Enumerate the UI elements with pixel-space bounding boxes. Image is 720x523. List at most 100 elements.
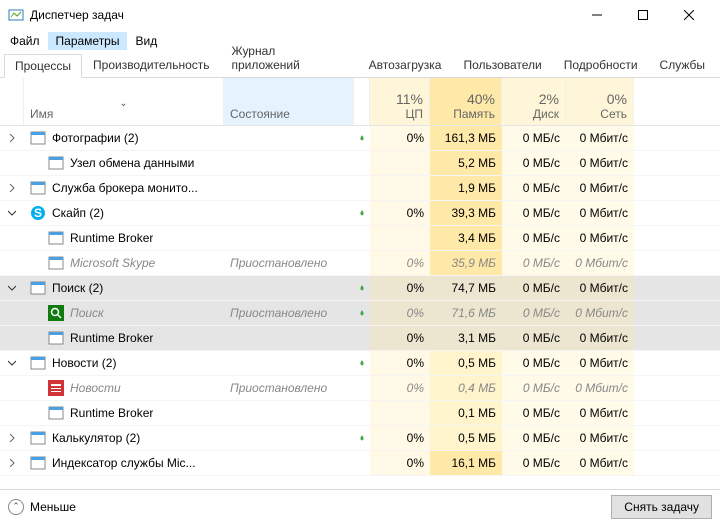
- leaf-icon: [354, 201, 370, 225]
- process-state: [224, 451, 354, 475]
- table-row[interactable]: Microsoft SkypeПриостановлено0%35,9 МБ0 …: [0, 251, 720, 276]
- tab-services[interactable]: Службы: [649, 53, 716, 77]
- expander[interactable]: [0, 351, 24, 375]
- memory-value: 16,1 МБ: [430, 451, 502, 475]
- header-state[interactable]: Состояние: [224, 78, 354, 125]
- header-network[interactable]: 0%Сеть: [566, 78, 634, 125]
- cpu-value: 0%: [370, 251, 430, 275]
- disk-value: 0 МБ/с: [502, 301, 566, 325]
- leaf-icon: [354, 126, 370, 150]
- process-icon: S: [30, 205, 46, 221]
- process-state: Приостановлено: [224, 251, 354, 275]
- table-row[interactable]: Поиск (2)0%74,7 МБ0 МБ/с0 Мбит/с: [0, 276, 720, 301]
- leaf-icon: [354, 326, 370, 350]
- tab-details[interactable]: Подробности: [553, 53, 649, 77]
- cpu-value: 0%: [370, 376, 430, 400]
- expander[interactable]: [0, 176, 24, 200]
- process-name-cell: Индексатор службы Mic...: [24, 451, 224, 475]
- expander[interactable]: [0, 451, 24, 475]
- process-name: Runtime Broker: [70, 331, 153, 345]
- network-value: 0 Мбит/с: [566, 151, 634, 175]
- disk-value: 0 МБ/с: [502, 376, 566, 400]
- process-name-cell: S Скайп (2): [24, 201, 224, 225]
- process-icon: [48, 155, 64, 171]
- process-state: [224, 226, 354, 250]
- expander[interactable]: [0, 426, 24, 450]
- process-icon: [48, 380, 64, 396]
- expander[interactable]: [0, 376, 24, 400]
- menu-options[interactable]: Параметры: [48, 32, 128, 50]
- minimize-button[interactable]: [574, 0, 620, 30]
- process-name: Поиск: [70, 306, 104, 320]
- disk-value: 0 МБ/с: [502, 151, 566, 175]
- expander[interactable]: [0, 226, 24, 250]
- table-row[interactable]: ПоискПриостановлено0%71,6 МБ0 МБ/с0 Мбит…: [0, 301, 720, 326]
- chevron-icon: [6, 459, 18, 467]
- disk-value: 0 МБ/с: [502, 451, 566, 475]
- expander[interactable]: [0, 201, 24, 225]
- header-leaf: [354, 78, 370, 125]
- header-disk[interactable]: 2%Диск: [502, 78, 566, 125]
- table-row[interactable]: Runtime Broker3,4 МБ0 МБ/с0 Мбит/с: [0, 226, 720, 251]
- menu-view[interactable]: Вид: [127, 32, 165, 50]
- leaf-icon: [354, 176, 370, 200]
- process-state: Приостановлено: [224, 376, 354, 400]
- table-row[interactable]: НовостиПриостановлено0%0,4 МБ0 МБ/с0 Мби…: [0, 376, 720, 401]
- memory-value: 0,4 МБ: [430, 376, 502, 400]
- disk-value: 0 МБ/с: [502, 201, 566, 225]
- process-name: Новости: [70, 381, 121, 395]
- expander[interactable]: [0, 301, 24, 325]
- table-row[interactable]: Калькулятор (2)0%0,5 МБ0 МБ/с0 Мбит/с: [0, 426, 720, 451]
- table-row[interactable]: Новости (2)0%0,5 МБ0 МБ/с0 Мбит/с: [0, 351, 720, 376]
- table-row[interactable]: Фотографии (2)0%161,3 МБ0 МБ/с0 Мбит/с: [0, 126, 720, 151]
- header-expand[interactable]: [0, 78, 24, 125]
- table-row[interactable]: Узел обмена данными5,2 МБ0 МБ/с0 Мбит/с: [0, 151, 720, 176]
- network-value: 0 Мбит/с: [566, 401, 634, 425]
- table-row[interactable]: Runtime Broker0%3,1 МБ0 МБ/с0 Мбит/с: [0, 326, 720, 351]
- svg-text:S: S: [34, 206, 42, 220]
- table-row[interactable]: Служба брокера монито...1,9 МБ0 МБ/с0 Мб…: [0, 176, 720, 201]
- cpu-value: 0%: [370, 451, 430, 475]
- expander[interactable]: [0, 251, 24, 275]
- network-value: 0 Мбит/с: [566, 351, 634, 375]
- expander[interactable]: [0, 326, 24, 350]
- expander[interactable]: [0, 401, 24, 425]
- close-button[interactable]: [666, 0, 712, 30]
- leaf-icon: [354, 276, 370, 300]
- process-state: [224, 401, 354, 425]
- tab-processes[interactable]: Процессы: [4, 54, 82, 78]
- table-row[interactable]: SСкайп (2)0%39,3 МБ0 МБ/с0 Мбит/с: [0, 201, 720, 226]
- header-name[interactable]: ⌄ Имя: [24, 78, 224, 125]
- tab-performance[interactable]: Производительность: [82, 53, 220, 77]
- end-task-button[interactable]: Снять задачу: [611, 495, 712, 519]
- process-name: Скайп (2): [52, 206, 104, 220]
- process-name-cell: Новости: [24, 376, 224, 400]
- memory-value: 161,3 МБ: [430, 126, 502, 150]
- network-value: 0 Мбит/с: [566, 251, 634, 275]
- network-value: 0 Мбит/с: [566, 426, 634, 450]
- process-name: Новости (2): [52, 356, 116, 370]
- fewer-details-button[interactable]: ⌃ Меньше: [8, 499, 611, 515]
- menu-file[interactable]: Файл: [2, 32, 48, 50]
- process-name-cell: Microsoft Skype: [24, 251, 224, 275]
- maximize-button[interactable]: [620, 0, 666, 30]
- process-state: [224, 276, 354, 300]
- table-row[interactable]: Индексатор службы Mic...0%16,1 МБ0 МБ/с0…: [0, 451, 720, 476]
- process-icon: [48, 330, 64, 346]
- tab-users[interactable]: Пользователи: [452, 53, 552, 77]
- expander[interactable]: [0, 126, 24, 150]
- table-row[interactable]: Runtime Broker0,1 МБ0 МБ/с0 Мбит/с: [0, 401, 720, 426]
- header-memory[interactable]: 40%Память: [430, 78, 502, 125]
- expander[interactable]: [0, 276, 24, 300]
- expander[interactable]: [0, 151, 24, 175]
- tab-startup[interactable]: Автозагрузка: [358, 53, 453, 77]
- header-cpu[interactable]: 11%ЦП: [370, 78, 430, 125]
- chevron-icon: [6, 184, 18, 192]
- chevron-icon: [6, 284, 18, 292]
- process-state: Приостановлено: [224, 301, 354, 325]
- leaf-icon: [354, 451, 370, 475]
- tab-app-history[interactable]: Журнал приложений: [221, 39, 358, 77]
- process-state: [224, 351, 354, 375]
- disk-value: 0 МБ/с: [502, 276, 566, 300]
- disk-value: 0 МБ/с: [502, 426, 566, 450]
